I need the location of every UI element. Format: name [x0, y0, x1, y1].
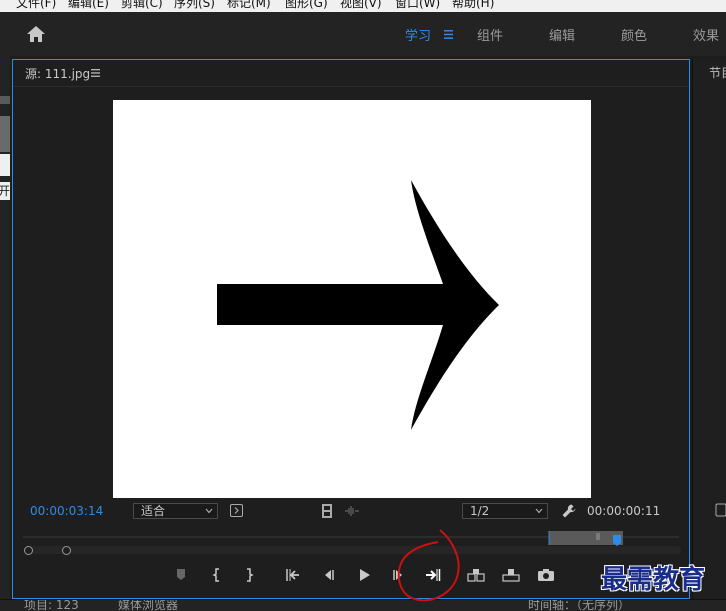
- mark-out-icon[interactable]: [239, 566, 259, 584]
- zoom-handle-left[interactable]: [24, 546, 33, 555]
- zoom-select-value: 适合: [141, 504, 166, 518]
- go-to-in-icon[interactable]: [283, 566, 303, 584]
- transport-controls: [13, 566, 689, 586]
- program-settings-icon[interactable]: [715, 503, 726, 517]
- program-monitor-panel: 节目: [692, 59, 726, 599]
- workspace-effects[interactable]: 效果: [693, 25, 719, 44]
- chevron-down-icon: [535, 508, 543, 514]
- arrow-image: [217, 180, 499, 430]
- workspace-color[interactable]: 颜色: [621, 25, 647, 44]
- menu-help[interactable]: 帮助(H): [452, 0, 494, 11]
- drag-audio-icon[interactable]: [344, 503, 360, 519]
- left-panel-white: [0, 154, 10, 176]
- zoom-handle-right[interactable]: [62, 546, 71, 555]
- go-to-out-icon[interactable]: [423, 566, 443, 584]
- overwrite-icon[interactable]: [501, 566, 521, 584]
- source-panel-title[interactable]: 源: 111.jpg: [25, 65, 90, 82]
- menu-markers[interactable]: 标记(M): [227, 0, 271, 11]
- menu-window[interactable]: 窗口(W): [395, 0, 440, 11]
- mark-in-icon[interactable]: [207, 566, 227, 584]
- step-back-icon[interactable]: [318, 566, 338, 584]
- program-panel-title[interactable]: 节目: [709, 64, 726, 81]
- left-panel-scroll-thumb[interactable]: [0, 116, 10, 152]
- home-icon[interactable]: [26, 25, 46, 43]
- export-frame-icon[interactable]: [536, 566, 556, 584]
- bottom-panel-tabs: 项目: 123 媒体浏览器 时间轴：（无序列）: [0, 599, 726, 611]
- resolution-select[interactable]: 1/2: [462, 503, 548, 519]
- menu-edit[interactable]: 编辑(E): [68, 0, 109, 11]
- hamburger-icon[interactable]: [444, 30, 453, 39]
- step-forward-icon[interactable]: [389, 566, 409, 584]
- tab-project[interactable]: 项目: 123: [24, 600, 79, 611]
- duration-timecode: 00:00:00:11: [587, 504, 661, 518]
- time-ruler[interactable]: [23, 531, 679, 547]
- add-marker-icon[interactable]: [171, 566, 191, 584]
- left-panel-label: 开: [0, 182, 10, 200]
- insert-icon[interactable]: [466, 566, 486, 584]
- left-panel-edge: 开: [0, 12, 10, 610]
- drag-video-icon[interactable]: [319, 503, 335, 519]
- workspace-editing[interactable]: 编辑: [549, 25, 575, 44]
- left-panel-scroll-top: [0, 96, 10, 104]
- wrench-icon[interactable]: [561, 503, 577, 519]
- watermark-logo: 最需教育: [601, 565, 706, 595]
- menu-view[interactable]: 视图(V): [340, 0, 382, 11]
- source-panel-header: 源: 111.jpg: [13, 60, 689, 87]
- tab-timeline[interactable]: 时间轴：（无序列）: [528, 600, 630, 611]
- resolution-select-value: 1/2: [470, 504, 490, 518]
- source-monitor-panel: 源: 111.jpg 00:00:03:14 适合 1/2 00:00:00:1…: [12, 59, 690, 599]
- settings-bracket-icon[interactable]: [229, 503, 245, 519]
- zoom-select[interactable]: 适合: [133, 503, 218, 519]
- zoom-scrollbar[interactable]: [24, 546, 681, 555]
- menu-clip[interactable]: 剪辑(C): [121, 0, 163, 11]
- tab-media-browser[interactable]: 媒体浏览器: [118, 600, 178, 611]
- workspace-assembly[interactable]: 组件: [477, 25, 503, 44]
- panel-menu-icon[interactable]: [91, 69, 100, 77]
- source-preview-frame[interactable]: [113, 100, 591, 498]
- current-timecode[interactable]: 00:00:03:14: [30, 504, 103, 518]
- play-icon[interactable]: [354, 566, 374, 584]
- menu-file[interactable]: 文件(F): [16, 0, 56, 11]
- menu-bar: 文件(F) 编辑(E) 剪辑(C) 序列(S) 标记(M) 图形(G) 视图(V…: [0, 0, 726, 12]
- workspace-learn[interactable]: 学习: [405, 25, 431, 44]
- menu-graphics[interactable]: 图形(G): [285, 0, 328, 11]
- menu-sequence[interactable]: 序列(S): [174, 0, 215, 11]
- chevron-down-icon: [205, 508, 213, 514]
- workspace-bar: 学习 组件 编辑 颜色 效果: [10, 12, 726, 56]
